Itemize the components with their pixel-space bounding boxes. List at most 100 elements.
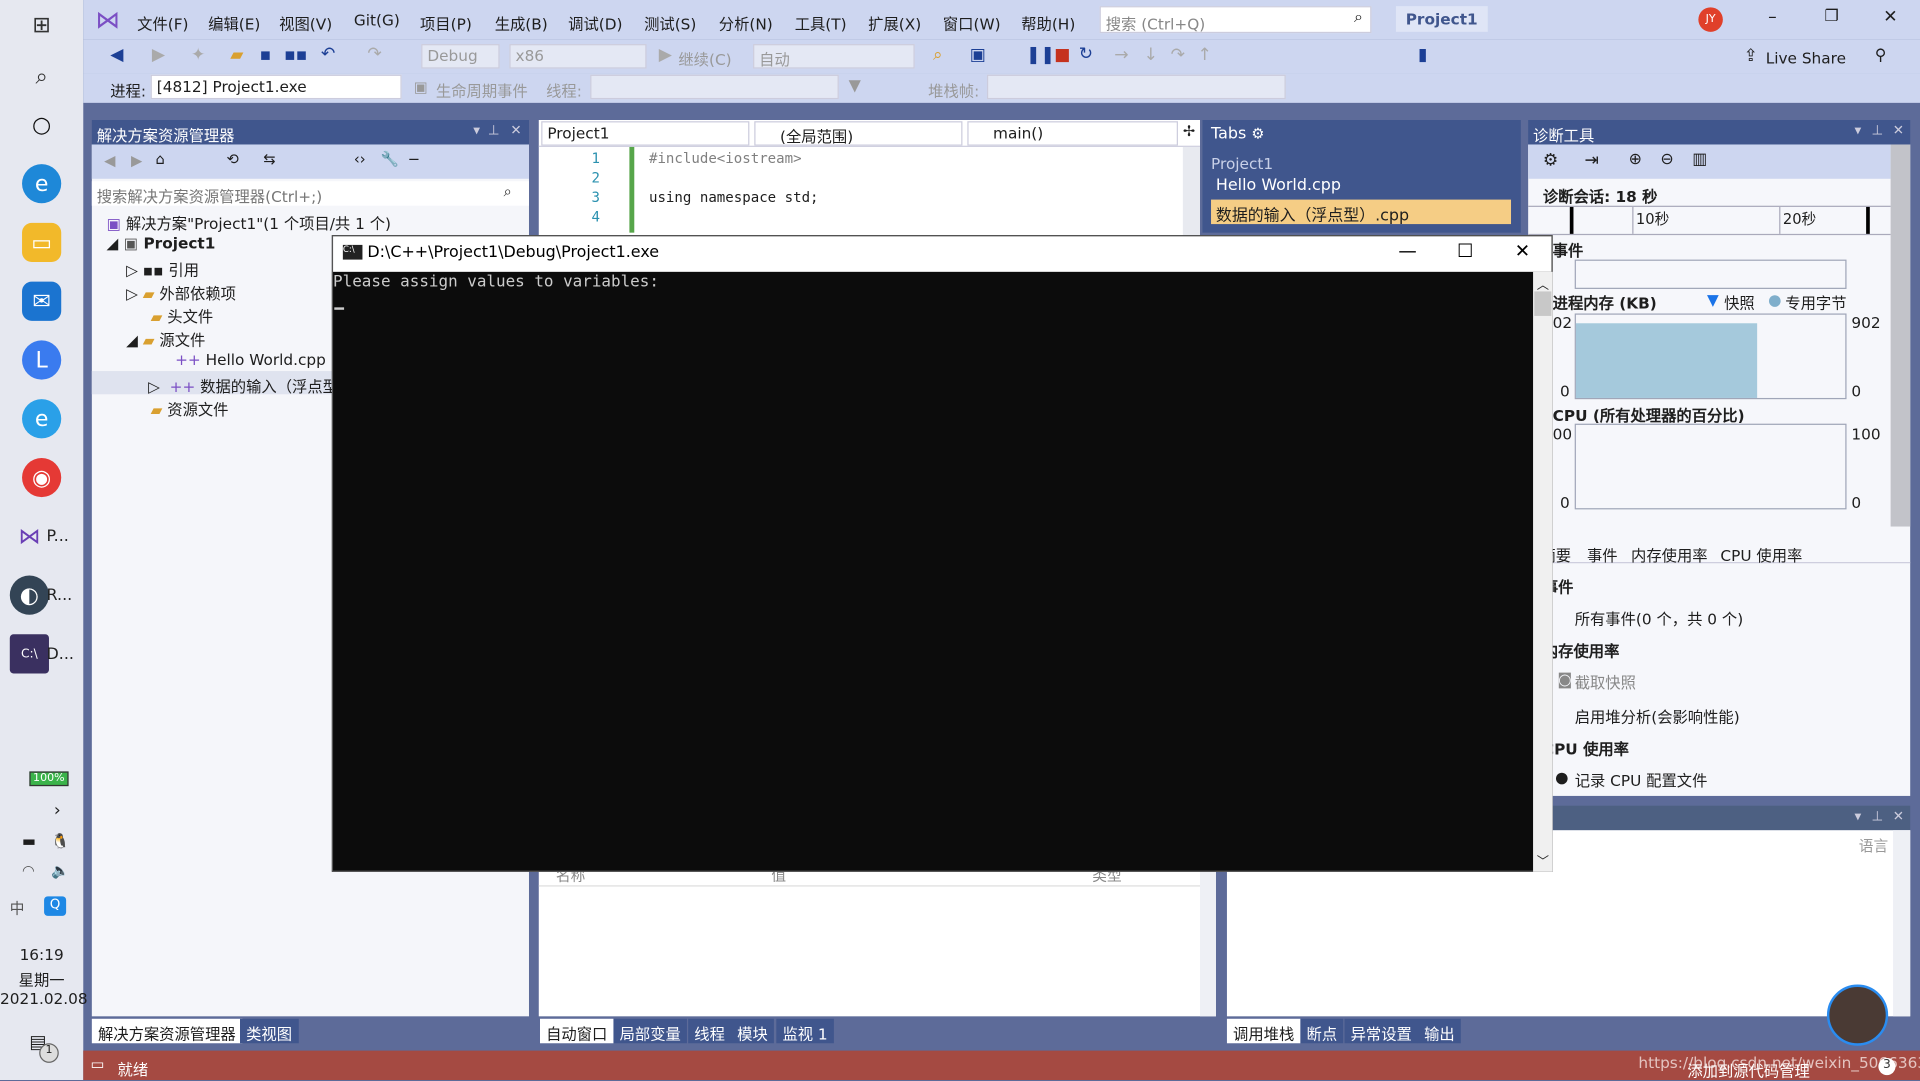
menu-file[interactable]: 文件(F) [137, 11, 188, 34]
feedback-icon[interactable]: ⚲ [1875, 47, 1887, 65]
solution-search-box[interactable]: 搜索解决方案资源管理器(Ctrl+;) ⌕ [91, 181, 529, 207]
scope-dropdown[interactable]: (全局范围) [754, 121, 963, 146]
mail-icon[interactable]: ✉ [22, 281, 62, 321]
properties-icon[interactable]: 🔧 [381, 151, 399, 168]
step-into-icon[interactable]: ↓ [1144, 45, 1158, 65]
continue-button[interactable]: 继续(C) [678, 47, 731, 70]
open-folder-icon[interactable]: ▰ [230, 45, 243, 65]
close-icon[interactable]: ✕ [1893, 808, 1904, 824]
chevron-right-icon[interactable]: › [54, 801, 61, 821]
input-method-icon[interactable]: 中 [10, 898, 25, 919]
split-icon[interactable]: ✢ [1183, 122, 1195, 139]
menu-git[interactable]: Git(G) [354, 11, 400, 29]
zoom-out-icon[interactable]: ⊖ [1660, 151, 1673, 169]
events-chart[interactable] [1574, 259, 1847, 289]
stop-icon[interactable]: ■ [1054, 45, 1070, 65]
code-line[interactable]: #include<iostream> [649, 149, 802, 166]
step-out-icon[interactable]: ↑ [1198, 45, 1212, 65]
battery-indicator[interactable]: 100% [29, 771, 69, 787]
console-window[interactable]: C:\ D:\C++\Project1\Debug\Project1.exe —… [331, 235, 1553, 872]
file-explorer-icon[interactable]: ▭ [22, 222, 62, 263]
taskbar-app-label[interactable]: P... [47, 528, 69, 546]
volume-icon[interactable]: 🔈 [51, 862, 69, 879]
save-icon[interactable]: ▪ [260, 45, 272, 65]
qq-icon[interactable]: 🐧 [51, 833, 69, 850]
console-title-bar[interactable]: C:\ D:\C++\Project1\Debug\Project1.exe —… [333, 236, 1552, 272]
search-icon[interactable]: ⌕ [504, 182, 512, 200]
close-icon[interactable]: ✕ [510, 122, 521, 138]
diagnostics-scrollbar[interactable] [1890, 144, 1911, 527]
notification-badge[interactable]: 3 [1878, 1057, 1896, 1076]
menu-help[interactable]: 帮助(H) [1021, 11, 1075, 34]
restart-icon[interactable]: ↻ [1079, 44, 1093, 64]
collapse-arrow-icon[interactable]: ▷ [126, 284, 143, 302]
gear-icon[interactable]: ⚙ [1543, 151, 1558, 171]
search-box[interactable]: 搜索 (Ctrl+Q) ⌕ [1099, 6, 1372, 34]
menu-analyze[interactable]: 分析(N) [719, 11, 773, 34]
forward-icon[interactable]: ▶ [131, 152, 142, 169]
play-icon[interactable]: ▶ [659, 45, 672, 65]
tree-item-external-deps[interactable]: ▷ ▰ 外部依赖项 [126, 280, 236, 303]
tab-events[interactable]: 事件 [1587, 542, 1618, 565]
pin-icon[interactable]: ⊥ [1872, 122, 1884, 138]
home-icon[interactable]: ⌂ [156, 151, 165, 168]
r-app-icon[interactable]: ◐ [9, 575, 49, 615]
restore-icon[interactable]: ❐ [1824, 7, 1838, 25]
tree-item-file[interactable]: ++ Hello World.cpp [175, 350, 326, 368]
add-to-source-control-button[interactable]: 添加到源代码管理 [1687, 1058, 1809, 1081]
menu-edit[interactable]: 编辑(E) [208, 11, 260, 34]
q-app-icon[interactable]: Q [44, 896, 67, 916]
pin-icon[interactable]: ⊥ [1872, 808, 1884, 824]
tab-exception-settings[interactable]: 异常设置 [1344, 1018, 1418, 1044]
expand-icon[interactable]: ◢ [126, 331, 143, 349]
tree-item-references[interactable]: ▷ ▪▪ 引用 [126, 257, 199, 280]
dropdown-icon[interactable]: ▾ [473, 122, 480, 138]
dropdown-icon[interactable]: ▾ [1854, 122, 1861, 138]
menu-tools[interactable]: 工具(T) [795, 11, 847, 34]
search-icon[interactable]: ⌕ [22, 56, 61, 95]
platform-dropdown[interactable]: x86 [509, 44, 647, 69]
expand-icon[interactable]: ◢ [107, 234, 124, 252]
menu-build[interactable]: 生成(B) [495, 11, 548, 34]
cortana-icon[interactable]: ○ [22, 105, 61, 144]
floating-avatar[interactable] [1826, 984, 1889, 1046]
tab-solution-explorer[interactable]: 解决方案资源管理器 [91, 1018, 242, 1044]
taskbar-app-label[interactable]: D... [47, 645, 74, 663]
stack-frame-dropdown[interactable] [986, 74, 1286, 100]
menu-debug[interactable]: 调试(D) [568, 11, 622, 34]
process-dropdown[interactable]: [4812] Project1.exe [150, 74, 402, 100]
back-icon[interactable]: ◀ [110, 45, 123, 65]
take-snapshot-button[interactable]: 截取快照 [1575, 670, 1636, 693]
dropdown-icon[interactable]: ▾ [1854, 808, 1861, 824]
tab-item-active[interactable]: 数据的输入（浮点型）.cpp [1211, 199, 1512, 225]
search-icon[interactable]: ⌕ [1354, 9, 1363, 27]
menu-extensions[interactable]: 扩展(X) [868, 11, 921, 34]
close-icon[interactable]: ✕ [1883, 7, 1897, 27]
collapse-icon[interactable]: − [408, 151, 420, 168]
l-app-icon[interactable]: L [22, 340, 62, 380]
search-input[interactable]: 搜索 (Ctrl+Q) [1106, 11, 1206, 34]
project-dropdown[interactable]: Project1 [541, 121, 750, 146]
solution-search-input[interactable]: 搜索解决方案资源管理器(Ctrl+;) [97, 184, 323, 207]
undo-icon[interactable]: ↶ [321, 44, 335, 64]
close-icon[interactable]: ✕ [1515, 240, 1530, 262]
bookmark-icon[interactable]: ▮ [1418, 45, 1427, 65]
tab-modules[interactable]: 模块 [731, 1018, 774, 1044]
pin-icon[interactable]: ⊥ [488, 122, 500, 138]
new-item-icon[interactable]: ✦ [191, 45, 205, 65]
tab-threads[interactable]: 线程 [688, 1018, 732, 1044]
export-icon[interactable]: ⇥ [1584, 151, 1598, 171]
thread-dropdown[interactable] [590, 74, 839, 100]
filter-icon[interactable]: ▼ [849, 77, 861, 95]
taskbar-app-label[interactable]: R... [47, 587, 73, 605]
menu-project[interactable]: 项目(P) [420, 11, 472, 34]
scroll-up-icon[interactable]: ︿ [1537, 274, 1549, 292]
sync-icon[interactable]: ⇆ [263, 151, 275, 168]
wifi-icon[interactable]: ◠ [22, 862, 35, 879]
auto-dropdown[interactable]: 自动 [753, 44, 915, 69]
tab-cpu-usage[interactable]: CPU 使用率 [1720, 542, 1802, 565]
enable-heap-profiling-button[interactable]: 启用堆分析(会影响性能) [1575, 704, 1740, 727]
menu-test[interactable]: 测试(S) [644, 11, 696, 34]
tab-autos[interactable]: 自动窗口 [540, 1018, 614, 1044]
ie-icon[interactable]: e [22, 399, 62, 439]
